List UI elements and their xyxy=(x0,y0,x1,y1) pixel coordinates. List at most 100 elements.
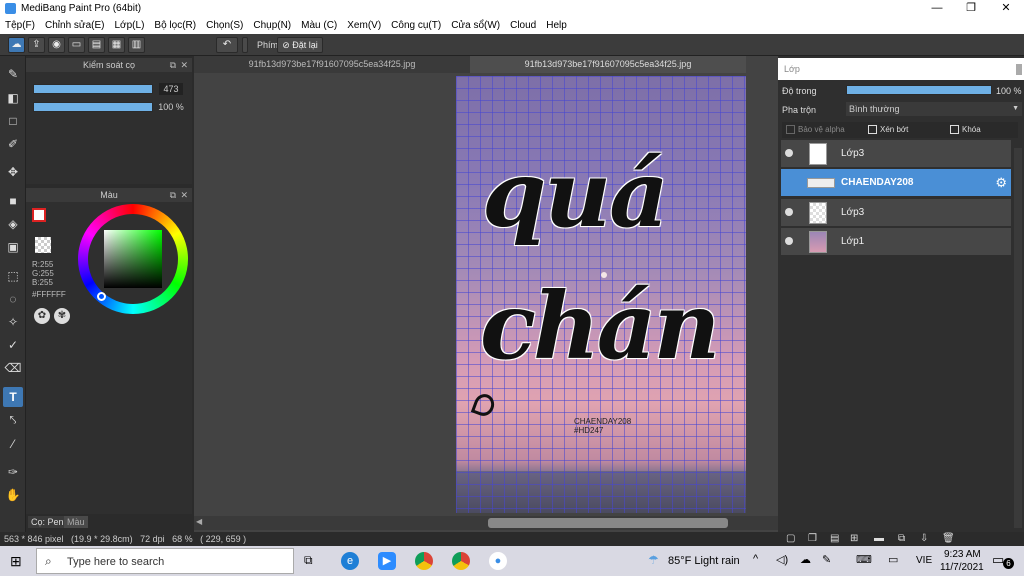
clock-time[interactable]: 9:23 AM xyxy=(944,549,981,560)
blend-mode-select[interactable]: Bình thường ▼ xyxy=(846,102,1022,116)
transparent-swatch[interactable] xyxy=(35,237,51,253)
visibility-icon[interactable] xyxy=(785,237,793,245)
rectangle-tool-icon[interactable]: ■ xyxy=(3,191,23,211)
palette-icon[interactable]: ✿ xyxy=(34,308,50,324)
shape-tool-icon[interactable]: □ xyxy=(3,111,23,131)
layer-row[interactable]: Lớp3 xyxy=(781,199,1011,227)
scroll-left-icon[interactable]: ◀ xyxy=(196,517,202,526)
close-icon[interactable]: ✕ xyxy=(180,188,188,202)
undo-icon[interactable]: ↶ xyxy=(216,37,238,53)
hue-handle[interactable] xyxy=(97,292,106,301)
menu-view[interactable]: Xem(V) xyxy=(342,20,386,31)
document-icon[interactable]: ▤ xyxy=(88,37,105,53)
lasso-tool-icon[interactable]: ◌ xyxy=(3,289,23,309)
text-tool-icon[interactable]: T xyxy=(3,387,23,407)
windows-start-icon[interactable]: ⊞ xyxy=(10,553,22,570)
comment-icon[interactable]: ◉ xyxy=(48,37,65,53)
visibility-icon[interactable] xyxy=(785,178,793,186)
layout-icon[interactable]: ▥ xyxy=(128,37,145,53)
cloud-tray-icon[interactable]: ☁ xyxy=(800,553,811,566)
grid-icon[interactable]: ▦ xyxy=(108,37,125,53)
chat-icon[interactable]: ▭ xyxy=(68,37,85,53)
maximize-button[interactable]: ❐ xyxy=(954,0,988,17)
chrome-icon[interactable] xyxy=(415,552,433,570)
layer-row[interactable]: Lớp1 xyxy=(781,228,1011,256)
move-down-icon[interactable]: ⇩ xyxy=(920,533,928,544)
close-icon[interactable]: ✕ xyxy=(180,58,188,72)
weather-text[interactable]: 85°F Light rain xyxy=(668,555,740,567)
move-tool-icon[interactable]: ✥ xyxy=(3,162,23,182)
brush-opacity-slider[interactable] xyxy=(33,102,153,112)
menu-window[interactable]: Cửa sổ(W) xyxy=(446,20,505,31)
select-pen-icon[interactable]: ✓ xyxy=(3,335,23,355)
pen-tab[interactable]: Cọ: Pen xyxy=(28,516,67,528)
menu-filter[interactable]: Bộ lọc(R) xyxy=(149,20,201,31)
menu-help[interactable]: Help xyxy=(541,20,572,31)
gear-icon[interactable]: ⚙ xyxy=(995,175,1007,191)
operation-tool-icon[interactable]: ⤣ xyxy=(3,410,23,430)
layer-row[interactable]: Lớp3 xyxy=(781,140,1011,168)
saturation-square[interactable] xyxy=(104,230,162,288)
share-icon[interactable]: ⇪ xyxy=(28,37,45,53)
menu-file[interactable]: Tệp(F) xyxy=(0,20,40,31)
minimize-button[interactable]: — xyxy=(920,0,954,17)
clock-date[interactable]: 11/7/2021 xyxy=(940,562,984,573)
layers-scrollbar[interactable] xyxy=(1014,148,1022,528)
merge-icon[interactable]: ⧉ xyxy=(898,533,905,544)
visibility-icon[interactable] xyxy=(785,208,793,216)
task-view-icon[interactable]: ⧉ xyxy=(304,553,313,568)
hand-tool-icon[interactable]: ✋ xyxy=(3,485,23,505)
palette-add-icon[interactable]: ✾ xyxy=(54,308,70,324)
menu-edit[interactable]: Chỉnh sửa(E) xyxy=(40,20,110,31)
new-layer-icon[interactable]: ▢ xyxy=(786,533,795,544)
layer-row-selected[interactable]: CHAENDAY208 ⚙ xyxy=(781,169,1011,197)
lock-checkbox[interactable] xyxy=(950,125,959,134)
edge-icon[interactable]: e xyxy=(341,552,359,570)
gradient-tool-icon[interactable]: ▣ xyxy=(3,237,23,257)
close-button[interactable]: ✕ xyxy=(989,0,1023,17)
drawing-canvas[interactable]: quá chán CHAENDAY208 #HD247 xyxy=(456,76,746,513)
clipping-checkbox[interactable] xyxy=(868,125,877,134)
language-indicator[interactable]: VIE xyxy=(916,555,932,566)
chrome-profile-icon[interactable] xyxy=(452,552,470,570)
eraser-tool-icon[interactable]: ◧ xyxy=(3,88,23,108)
add-layer-menu-icon[interactable]: ⊞ xyxy=(850,533,858,544)
layer-opacity-slider[interactable] xyxy=(846,85,992,95)
keyboard-icon[interactable]: ⌨ xyxy=(856,553,872,566)
menu-snap[interactable]: Chụp(N) xyxy=(248,20,296,31)
fill-tool-icon[interactable]: ◈ xyxy=(3,214,23,234)
protect-alpha-checkbox[interactable] xyxy=(786,125,795,134)
menu-cloud[interactable]: Cloud xyxy=(505,20,541,31)
new-halftone-layer-icon[interactable]: ▤ xyxy=(830,533,839,544)
medibang-icon[interactable]: ● xyxy=(489,552,507,570)
duplicate-layer-icon[interactable]: ❐ xyxy=(808,533,817,544)
folder-icon[interactable]: ▬ xyxy=(874,533,884,544)
menu-layer[interactable]: Lớp(L) xyxy=(110,20,150,31)
delete-layer-icon[interactable]: 🗑 xyxy=(942,533,955,544)
popout-icon[interactable]: ⧉ xyxy=(170,188,176,202)
hue-wheel[interactable] xyxy=(78,204,188,314)
scrollbar-thumb[interactable] xyxy=(488,518,728,528)
menu-select[interactable]: Chọn(S) xyxy=(201,20,248,31)
eyedropper-tool-icon[interactable]: ⁄ xyxy=(3,434,23,454)
popout-icon[interactable]: ⧉ xyxy=(170,58,176,72)
speaker-icon[interactable]: ◁) xyxy=(776,553,788,566)
select-eraser-icon[interactable]: ⌫ xyxy=(3,358,23,378)
brush-size-value[interactable]: 473 xyxy=(159,83,183,95)
pen-tray-icon[interactable]: ✎ xyxy=(822,553,831,566)
horizontal-scrollbar[interactable]: ◀ xyxy=(194,516,778,530)
magic-wand-icon[interactable]: ✧ xyxy=(3,312,23,332)
display-icon[interactable]: ▭ xyxy=(888,553,898,566)
document-tab-active[interactable]: 91fb13d973be17f91607095c5ea34f25.jpg xyxy=(470,56,746,73)
taskbar-search-box[interactable]: ⌕ Type here to search xyxy=(36,548,294,574)
zoom-icon[interactable]: ▶ xyxy=(378,552,396,570)
chevron-up-icon[interactable]: ^ xyxy=(753,553,758,565)
reset-button[interactable]: ⊘ Đặt lại xyxy=(277,37,323,53)
dropper-tool-icon[interactable]: ✑ xyxy=(3,462,23,482)
cloud-icon[interactable]: ☁ xyxy=(8,37,25,53)
document-tab[interactable]: 91fb13d973be17f91607095c5ea34f25.jpg xyxy=(194,56,470,73)
pen-tool-icon[interactable]: ✐ xyxy=(3,134,23,154)
menu-color[interactable]: Màu (C) xyxy=(296,20,342,31)
select-tool-icon[interactable]: ⬚ xyxy=(3,266,23,286)
menu-tools[interactable]: Công cụ(T) xyxy=(386,20,446,31)
